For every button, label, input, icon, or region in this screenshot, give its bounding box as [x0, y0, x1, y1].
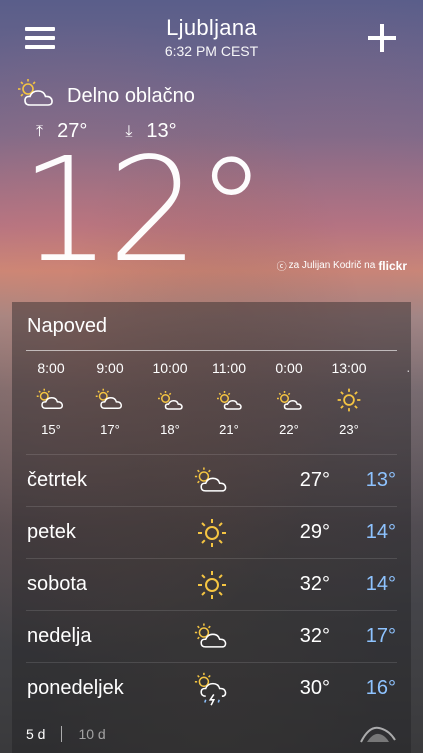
hour-time: 13:00 [331, 360, 367, 376]
day-low: 14° [365, 521, 396, 543]
sun-cloud-icon [145, 384, 195, 416]
sun-cloud-icon [26, 384, 76, 416]
local-time: 6:32 PM CEST [164, 43, 259, 59]
hour-temp: 18° [160, 422, 180, 437]
day-name: nedelja [27, 625, 92, 647]
current-condition: Delno oblačno [17, 78, 195, 115]
divider [61, 726, 63, 742]
hour-item: 11:00 21° [204, 360, 254, 437]
creative-commons-icon: ⓒ [276, 262, 287, 273]
tab-5-day[interactable]: 5 d [26, 726, 45, 742]
hour-item: 8:00 15° [26, 360, 76, 437]
hour-item: 9:00 17° [85, 360, 135, 437]
more-hours-indicator: · [406, 362, 411, 378]
day-name: sobota [27, 573, 88, 595]
city-name: Ljubljana [166, 15, 257, 40]
hour-temp: 17° [100, 422, 120, 437]
weather-provider-logo-icon[interactable] [357, 720, 399, 748]
divider [26, 350, 397, 351]
day-high: 30° [299, 677, 330, 699]
hour-time: 8:00 [37, 360, 65, 376]
day-high: 27° [299, 469, 330, 491]
day-high: 32° [299, 625, 330, 647]
day-low: 14° [365, 573, 396, 595]
flickr-logo: flickr [378, 258, 407, 273]
sun-cloud-icon [204, 384, 254, 416]
sun-cloud-icon [17, 78, 57, 115]
top-bar: Ljubljana 6:32 PM CEST [0, 0, 423, 70]
list-item[interactable]: nedelja 32° 17° [26, 610, 397, 662]
hour-temp: 15° [41, 422, 61, 437]
sun-cloud-icon [264, 384, 314, 416]
sun-cloud-icon [194, 619, 230, 655]
add-location-icon[interactable] [368, 24, 396, 52]
hour-time: 11:00 [212, 360, 246, 376]
list-item[interactable]: četrtek 27° 13° [26, 454, 397, 506]
day-name: četrtek [27, 469, 88, 491]
day-high: 29° [299, 521, 330, 543]
forecast-range-tabs: 5 d 10 d [26, 726, 106, 742]
hour-temp: 23° [339, 422, 359, 437]
day-low: 13° [365, 469, 396, 491]
hour-time: 0:00 [275, 360, 303, 376]
forecast-title: Napoved [27, 315, 108, 337]
list-item[interactable]: sobota 32° 14° [26, 558, 397, 610]
sun-icon [194, 515, 230, 551]
sun-icon [194, 567, 230, 603]
hour-item: 10:00 18° [145, 360, 195, 437]
tab-10-day[interactable]: 10 d [78, 726, 105, 742]
hour-temp: 21° [219, 422, 239, 437]
condition-text: Delno oblačno [67, 84, 195, 107]
day-low: 16° [365, 677, 396, 699]
credit-text: za Julijan Kodrič na [288, 260, 376, 271]
day-high: 32° [299, 573, 330, 595]
hour-item: 0:00 22° [264, 360, 314, 437]
hourly-forecast[interactable]: 8:00 15° 9:00 17° 10:00 18° 11:00 21° 0:… [26, 360, 411, 450]
day-low: 17° [365, 625, 396, 647]
day-name: petek [27, 521, 76, 543]
hour-temp: 22° [279, 422, 299, 437]
list-item[interactable]: ponedeljek 30° 16° [26, 662, 397, 714]
sun-icon [324, 384, 374, 416]
sun-cloud-icon [194, 463, 230, 499]
thunderstorm-icon [194, 671, 230, 707]
current-temperature: 12° [20, 126, 267, 294]
list-item[interactable]: petek 29° 14° [26, 506, 397, 558]
hour-time: 9:00 [96, 360, 124, 376]
hour-time: 10:00 [152, 360, 188, 376]
daily-forecast: četrtek 27° 13° petek 29° 14° sobota 32°… [26, 454, 397, 714]
day-name: ponedeljek [27, 677, 124, 699]
forecast-panel: Napoved 8:00 15° 9:00 17° 10:00 18° 11:0… [12, 302, 411, 753]
sun-cloud-icon [85, 384, 135, 416]
photo-credit[interactable]: ⓒ za Julijan Kodrič na flickr [276, 258, 407, 274]
hour-item: 13:00 23° [324, 360, 374, 437]
